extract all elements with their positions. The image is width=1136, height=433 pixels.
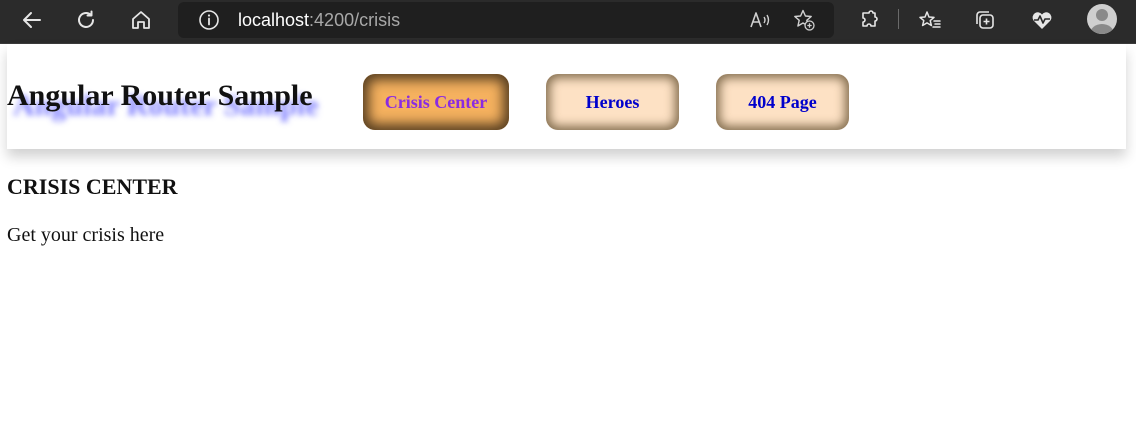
collections-icon <box>976 11 994 29</box>
profile-icon <box>1090 9 1114 34</box>
performance-button[interactable] <box>1024 4 1060 36</box>
app-header: Angular Router Sample Crisis Center Hero… <box>7 44 1126 149</box>
browser-toolbar: localhost:4200/crisis <box>0 0 1136 44</box>
toolbar-divider <box>898 9 899 29</box>
back-icon <box>23 12 41 28</box>
performance-icon <box>1032 12 1052 29</box>
add-favorite-icon[interactable] <box>792 8 816 32</box>
url-path: :4200/crisis <box>309 10 401 30</box>
nav-crisis-center-button[interactable]: Crisis Center <box>363 74 509 130</box>
app-title: Angular Router Sample <box>7 79 313 112</box>
read-aloud-icon[interactable] <box>748 9 772 31</box>
home-icon <box>132 11 150 29</box>
profile-avatar[interactable] <box>1087 4 1117 34</box>
back-button[interactable] <box>14 4 50 36</box>
nav-404-page-button[interactable]: 404 Page <box>716 74 849 130</box>
favorites-button[interactable] <box>912 4 948 36</box>
refresh-icon <box>78 10 94 28</box>
page-heading: CRISIS CENTER <box>7 174 178 199</box>
extensions-icon <box>862 10 878 27</box>
info-icon[interactable] <box>198 9 220 31</box>
refresh-button[interactable] <box>68 4 104 36</box>
nav-heroes-button[interactable]: Heroes <box>546 74 679 130</box>
favorites-icon <box>919 11 941 28</box>
address-bar[interactable]: localhost:4200/crisis <box>178 2 834 38</box>
collections-button[interactable] <box>967 4 1003 36</box>
extensions-button[interactable] <box>851 4 887 36</box>
url-host: localhost <box>238 10 310 30</box>
page-text: Get your crisis here <box>7 224 165 246</box>
url-text[interactable]: localhost:4200/crisis <box>238 10 400 30</box>
home-button[interactable] <box>123 4 159 36</box>
